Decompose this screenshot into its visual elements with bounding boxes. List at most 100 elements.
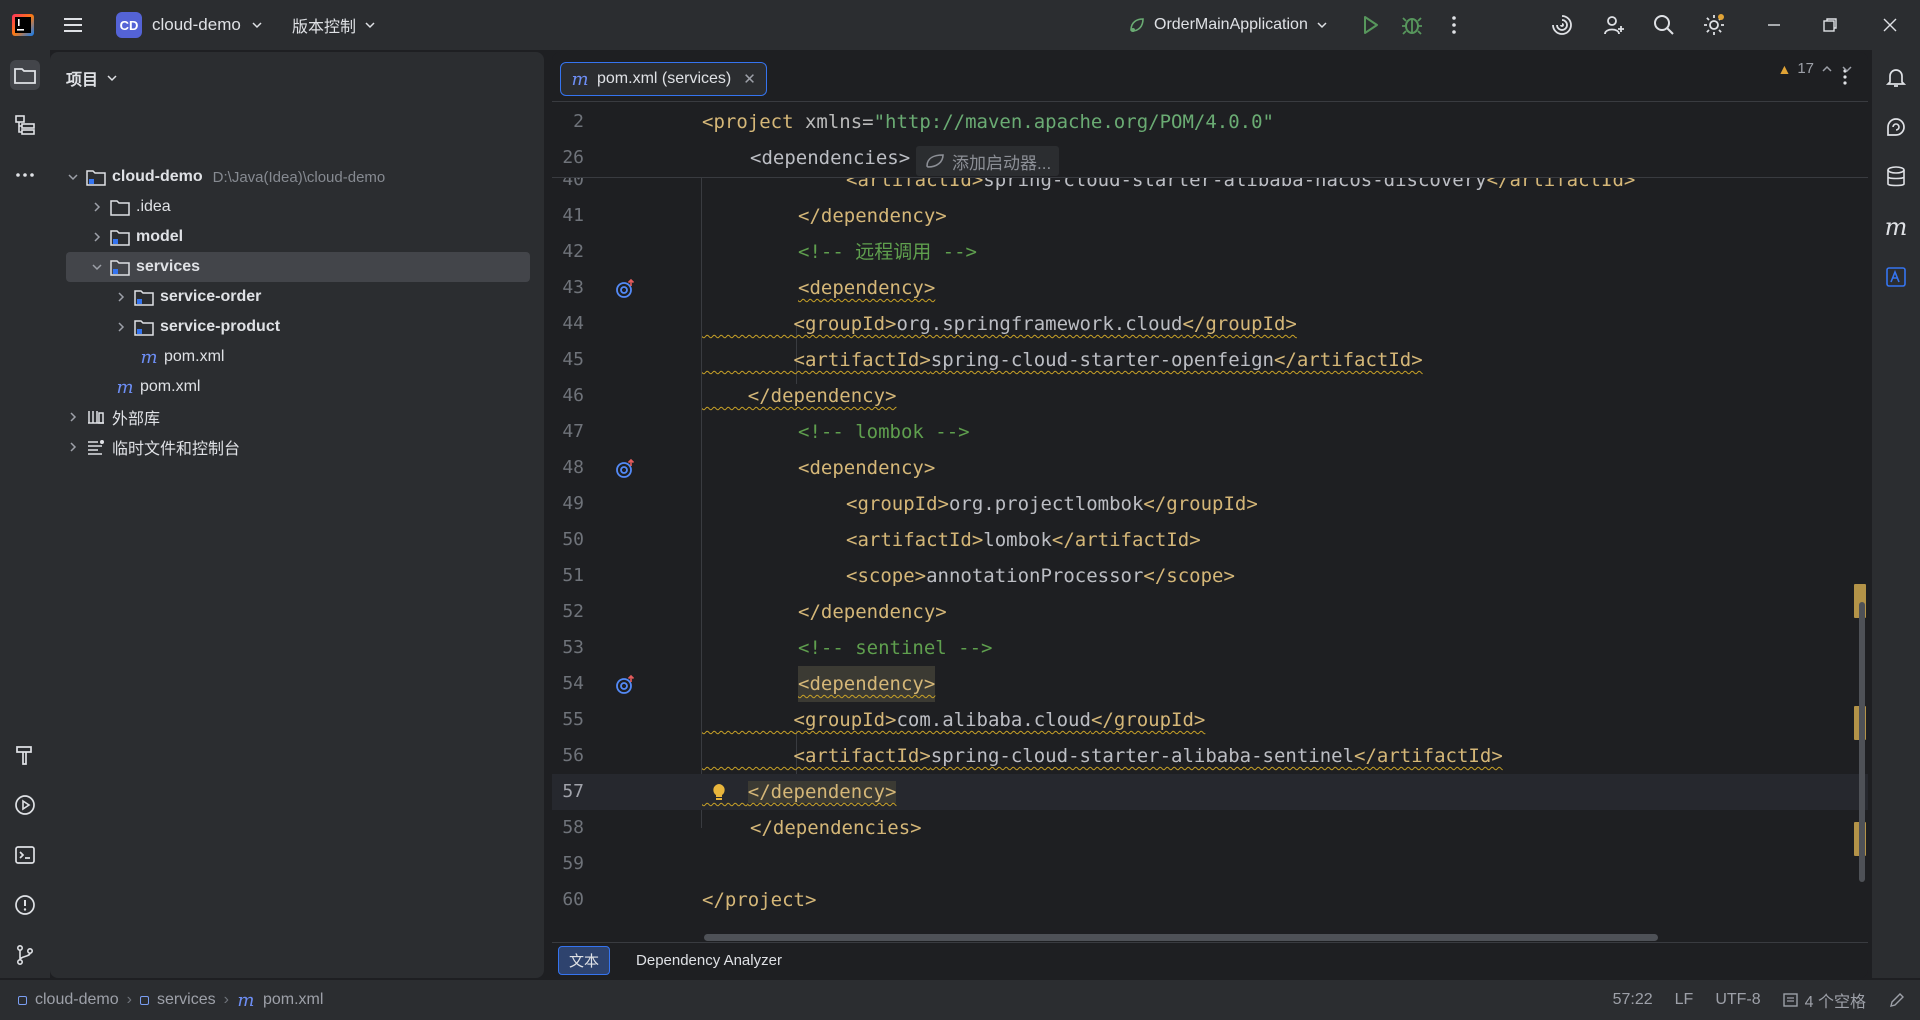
project-panel-header[interactable]: 项目 — [66, 66, 118, 90]
chevron-right-icon[interactable] — [90, 200, 104, 214]
dependency-navigate-icon[interactable] — [614, 278, 636, 300]
ai-assistant-icon[interactable] — [1550, 13, 1574, 37]
project-tool-button[interactable] — [10, 60, 40, 90]
module-folder-icon — [134, 320, 154, 336]
search-icon[interactable] — [1652, 13, 1676, 37]
indent-widget[interactable]: 4 个空格 — [1782, 988, 1866, 1012]
project-panel: 项目 cloud-demo D:\Java(Idea)\cloud-demo .… — [50, 52, 544, 978]
code-line[interactable]: 45 <artifactId>spring-cloud-starter-open… — [552, 342, 1868, 378]
code-line[interactable]: 54 <dependency> — [552, 666, 1868, 702]
project-switcher[interactable]: CD cloud-demo — [116, 11, 263, 39]
services-tool-button[interactable] — [10, 790, 40, 820]
sticky-line[interactable]: 2 <project xmlns="http://maven.apache.or… — [552, 104, 1868, 140]
settings-gear-icon[interactable] — [1702, 13, 1726, 37]
code-line[interactable]: 59 — [552, 846, 1868, 882]
tab-text[interactable]: 文本 — [558, 946, 611, 975]
code-line-current[interactable]: 57 </dependency> — [552, 774, 1868, 810]
code-line[interactable]: 50 <artifactId>lombok</artifactId> — [552, 522, 1868, 558]
code-line[interactable]: 47 <!-- lombok --> — [552, 414, 1868, 450]
tree-item-service-order[interactable]: service-order — [114, 282, 261, 312]
code-line[interactable]: 41 </dependency> — [552, 198, 1868, 234]
tree-item-external-libraries[interactable]: 外部库 — [66, 402, 160, 432]
scratches-icon — [88, 440, 104, 455]
add-user-icon[interactable] — [1602, 13, 1626, 37]
caret-position[interactable]: 57:22 — [1613, 991, 1653, 1009]
sticky-line[interactable]: 26 <dependencies> — [552, 140, 1868, 176]
build-tool-button[interactable] — [10, 740, 40, 770]
more-tools-button[interactable] — [10, 160, 40, 190]
code-line[interactable]: 49 <groupId>org.projectlombok</groupId> — [552, 486, 1868, 522]
close-icon[interactable] — [1878, 13, 1902, 37]
breadcrumb-item[interactable]: services — [157, 991, 216, 1009]
code-line[interactable]: 53 <!-- sentinel --> — [552, 630, 1868, 666]
code-line[interactable]: 42 <!-- 远程调用 --> — [552, 234, 1868, 270]
notifications-button[interactable] — [1881, 62, 1911, 92]
code-line[interactable]: 51 <scope>annotationProcessor</scope> — [552, 558, 1868, 594]
maven-button[interactable]: m — [1881, 212, 1911, 242]
problems-tool-button[interactable] — [10, 890, 40, 920]
chevron-down-icon — [252, 22, 262, 29]
chevron-right-icon[interactable] — [114, 290, 128, 304]
inspection-widget[interactable]: ▲ 17 — [1777, 60, 1854, 77]
code-area[interactable]: 40 <artifactId>spring-cloud-starter-alib… — [552, 104, 1868, 934]
debug-icon[interactable] — [1400, 13, 1424, 37]
restore-icon[interactable] — [1818, 13, 1842, 37]
breadcrumb-item[interactable]: cloud-demo — [35, 991, 119, 1009]
database-button[interactable] — [1881, 162, 1911, 192]
chevron-right-icon[interactable] — [114, 320, 128, 334]
code-line[interactable]: 60 </project> — [552, 882, 1868, 918]
line-number: 42 — [562, 241, 584, 262]
tree-item-service-product[interactable]: service-product — [114, 312, 280, 342]
add-starter-hint[interactable]: 添加启动器... — [916, 146, 1060, 176]
warning-icon: ▲ — [1777, 60, 1792, 77]
dependency-navigate-icon[interactable] — [614, 674, 636, 696]
more-actions-icon[interactable] — [1442, 13, 1466, 37]
run-icon[interactable] — [1358, 13, 1382, 37]
chevron-right-icon[interactable] — [90, 230, 104, 244]
chevron-down-icon[interactable] — [66, 170, 80, 184]
code-line[interactable]: 48 <dependency> — [552, 450, 1868, 486]
code-line[interactable]: 46 </dependency> — [552, 378, 1868, 414]
code-line[interactable]: 56 <artifactId>spring-cloud-starter-alib… — [552, 738, 1868, 774]
terminal-tool-button[interactable] — [10, 840, 40, 870]
chevron-down-icon[interactable] — [1840, 62, 1854, 76]
code-line[interactable]: 43 <dependency> — [552, 270, 1868, 306]
git-tool-button[interactable] — [10, 940, 40, 970]
translate-button[interactable] — [1881, 262, 1911, 292]
dependency-navigate-icon[interactable] — [614, 458, 636, 480]
tree-item-root-pom[interactable]: m pom.xml — [116, 372, 200, 402]
breadcrumb-item[interactable]: pom.xml — [263, 991, 323, 1009]
code-line[interactable]: 44 <groupId>org.springframework.cloud</g… — [552, 306, 1868, 342]
line-separator[interactable]: LF — [1675, 991, 1694, 1009]
tree-item-scratches[interactable]: 临时文件和控制台 — [66, 432, 240, 462]
run-configuration-selector[interactable]: OrderMainApplication — [1128, 11, 1328, 39]
vertical-scrollbar[interactable] — [1859, 602, 1865, 882]
tab-dependency-analyzer[interactable]: Dependency Analyzer — [626, 949, 792, 972]
close-icon[interactable]: ✕ — [743, 70, 756, 88]
horizontal-scrollbar[interactable] — [704, 934, 1658, 941]
code-line[interactable]: 52 </dependency> — [552, 594, 1868, 630]
chevron-right-icon[interactable] — [66, 440, 80, 454]
tree-item-idea[interactable]: .idea — [90, 192, 171, 222]
tree-item-model[interactable]: model — [90, 222, 183, 252]
minimize-icon[interactable] — [1762, 13, 1786, 37]
intellij-logo-icon[interactable] — [12, 14, 34, 36]
main-menu-icon[interactable] — [62, 14, 84, 36]
vcs-menu[interactable]: 版本控制 — [292, 11, 376, 39]
file-encoding[interactable]: UTF-8 — [1715, 991, 1760, 1009]
tab-pom-xml-services[interactable]: m pom.xml (services) ✕ — [560, 62, 767, 96]
line-number: 49 — [562, 493, 584, 514]
chevron-down-icon[interactable] — [90, 260, 104, 274]
terminal-icon — [15, 846, 35, 864]
spring-leaf-icon — [1130, 18, 1144, 32]
structure-tool-button[interactable] — [10, 110, 40, 140]
tree-item-cloud-demo[interactable]: cloud-demo D:\Java(Idea)\cloud-demo — [66, 162, 536, 192]
chevron-up-icon[interactable] — [1820, 62, 1834, 76]
chevron-right-icon[interactable] — [66, 410, 80, 424]
ai-chat-button[interactable] — [1881, 112, 1911, 142]
code-line[interactable]: 58 </dependencies> — [552, 810, 1868, 846]
tree-item-services-pom[interactable]: m pom.xml — [140, 342, 224, 372]
code-line[interactable]: 55 <groupId>com.alibaba.cloud</groupId> — [552, 702, 1868, 738]
edit-lock-icon[interactable] — [1888, 991, 1906, 1009]
tree-item-services[interactable]: services — [66, 252, 530, 282]
